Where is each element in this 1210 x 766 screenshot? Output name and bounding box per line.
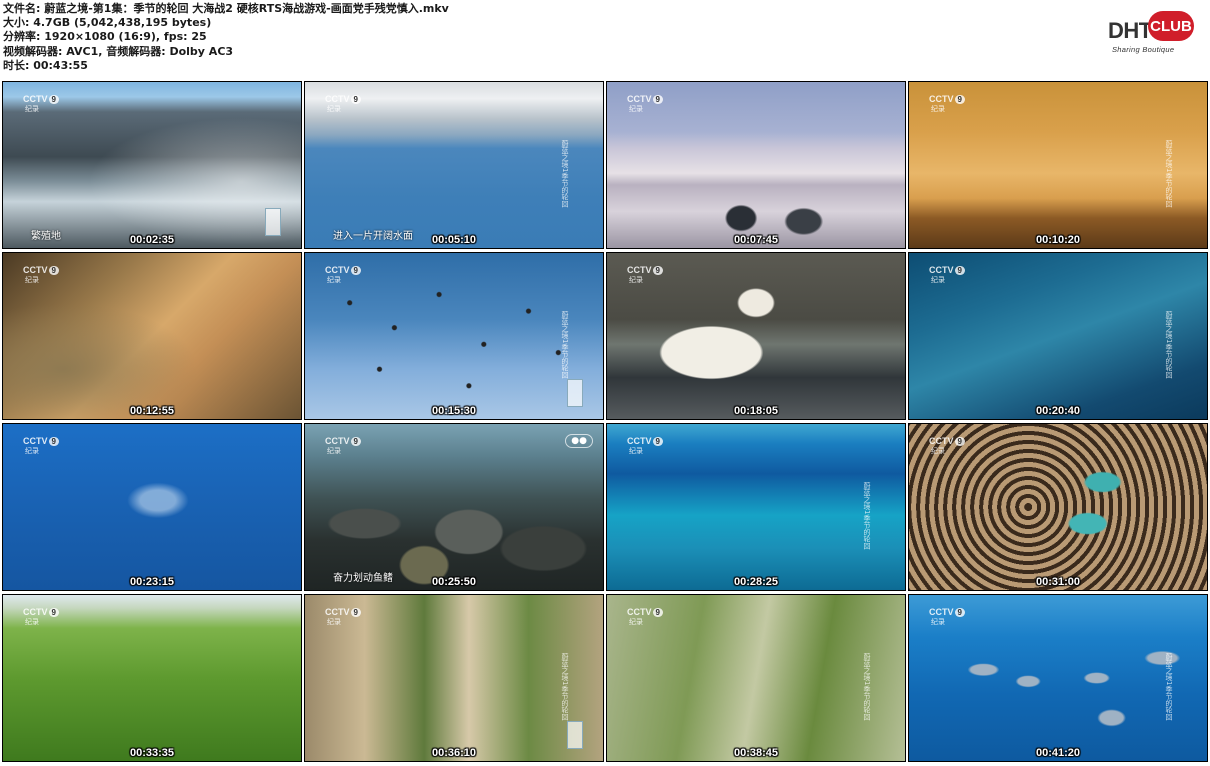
resolution-line: 分辨率: 1920×1080 (16:9), fps: 25 — [3, 30, 207, 44]
thumbnail[interactable]: CCTV 9 纪录 蔚蓝之境1季节的轮回 00:10:20 — [908, 81, 1208, 249]
thumbnail[interactable]: CCTV 9 纪录 蔚蓝之境1季节的轮回 00:38:45 — [606, 594, 906, 762]
timestamp: 00:18:05 — [733, 405, 779, 417]
timestamp: 00:15:30 — [431, 405, 477, 417]
thumbnail[interactable]: CCTV 9 纪录 00:18:05 — [606, 252, 906, 420]
cctv9-logo: CCTV 9 纪录 — [627, 265, 663, 285]
cctv9-logo: CCTV 9 纪录 — [929, 265, 965, 285]
logo-club-badge: CLUB — [1148, 11, 1194, 41]
thumbnail[interactable]: CCTV 9 纪录 蔚蓝之境1季节的轮回 00:28:25 — [606, 423, 906, 591]
timestamp: 00:23:15 — [129, 576, 175, 588]
media-info-panel: 文件名: 蔚蓝之境-第1集：季节的轮回 大海战2 硬核RTS海战游戏-画面党手残… — [3, 2, 449, 73]
logo-dht-text: DHT — [1108, 18, 1152, 43]
timestamp: 00:33:35 — [129, 747, 175, 759]
program-title-vertical: 蔚蓝之境1季节的轮回 — [1165, 653, 1173, 721]
timestamp: 00:25:50 — [431, 576, 477, 588]
cctv9-logo: CCTV 9 纪录 — [325, 265, 361, 285]
thumbnail[interactable]: CCTV 9 纪录 00:31:00 — [908, 423, 1208, 591]
logo-tagline: Sharing Boutique — [1112, 45, 1175, 54]
dht-club-logo: DHT CLUB Sharing Boutique — [1108, 8, 1196, 56]
thumbnail[interactable]: CCTV 9 纪录 ●● 奋力划动鱼鳍 00:25:50 — [304, 423, 604, 591]
thumbnail[interactable]: CCTV 9 纪录 蔚蓝之境1季节的轮回 00:41:20 — [908, 594, 1208, 762]
program-title-vertical: 蔚蓝之境1季节的轮回 — [1165, 311, 1173, 379]
cctv9-logo: CCTV 9 纪录 — [929, 94, 965, 114]
program-title-vertical: 蔚蓝之境1季节的轮回 — [863, 653, 871, 721]
cctv9-logo: CCTV 9 纪录 — [627, 94, 663, 114]
channel-badge-icon — [265, 208, 281, 236]
program-title-vertical: 蔚蓝之境1季节的轮回 — [561, 653, 569, 721]
cctv9-logo: CCTV 9 纪录 — [325, 607, 361, 627]
thumbnail-grid: CCTV 9 纪录 繁殖地 00:02:35 CCTV 9 纪录 蔚蓝之境1季节的轮回 … — [0, 80, 1210, 766]
channel-badge-icon — [567, 721, 583, 749]
channel-badge-icon — [567, 379, 583, 407]
timestamp: 00:38:45 — [733, 747, 779, 759]
thumbnail[interactable]: CCTV 9 纪录 蔚蓝之境1季节的轮回 00:36:10 — [304, 594, 604, 762]
thumbnail[interactable]: CCTV 9 纪录 蔚蓝之境1季节的轮回 00:15:30 — [304, 252, 604, 420]
cctv9-logo: CCTV 9 纪录 — [929, 607, 965, 627]
timestamp: 00:05:10 — [431, 234, 477, 246]
timestamp: 00:31:00 — [1035, 576, 1081, 588]
duration-line: 时长: 00:43:55 — [3, 58, 88, 72]
thumbnail[interactable]: CCTV 9 纪录 00:12:55 — [2, 252, 302, 420]
cctv9-logo: CCTV 9 纪录 — [23, 607, 59, 627]
thumbnail[interactable]: CCTV 9 纪录 00:07:45 — [606, 81, 906, 249]
thumbnail[interactable]: CCTV 9 纪录 00:23:15 — [2, 423, 302, 591]
timestamp: 00:41:20 — [1035, 747, 1081, 759]
thumbnail[interactable]: CCTV 9 纪录 00:33:35 — [2, 594, 302, 762]
thumbnail[interactable]: CCTV 9 纪录 繁殖地 00:02:35 — [2, 81, 302, 249]
cctv9-logo: CCTV 9 纪录 — [929, 436, 965, 456]
cctv9-logo: CCTV 9 纪录 — [325, 436, 361, 456]
thumbnail[interactable]: CCTV 9 纪录 蔚蓝之境1季节的轮回 进入一片开阔水面 00:05:10 — [304, 81, 604, 249]
cctv9-logo: CCTV 9 纪录 — [23, 265, 59, 285]
cctv9-logo: CCTV 9 纪录 — [325, 94, 361, 114]
cctv9-logo: CCTV 9 纪录 — [23, 436, 59, 456]
timestamp: 00:20:40 — [1035, 405, 1081, 417]
program-title-vertical: 蔚蓝之境1季节的轮回 — [1165, 140, 1173, 208]
cctv9-logo: CCTV 9 纪录 — [627, 607, 663, 627]
timestamp: 00:07:45 — [733, 234, 779, 246]
codec-line: 视频解码器: AVC1, 音频解码器: Dolby AC3 — [3, 44, 234, 58]
timestamp: 00:12:55 — [129, 405, 175, 417]
filesize-line: 大小: 4.7GB (5,042,438,195 bytes) — [3, 16, 212, 30]
program-title-vertical: 蔚蓝之境1季节的轮回 — [863, 482, 871, 550]
timestamp: 00:28:25 — [733, 576, 779, 588]
corner-badge-icon: ●● — [565, 434, 593, 448]
timestamp: 00:10:20 — [1035, 234, 1081, 246]
thumbnail[interactable]: CCTV 9 纪录 蔚蓝之境1季节的轮回 00:20:40 — [908, 252, 1208, 420]
program-title-vertical: 蔚蓝之境1季节的轮回 — [561, 140, 569, 208]
filename-line: 文件名: 蔚蓝之境-第1集：季节的轮回 大海战2 硬核RTS海战游戏-画面党手残… — [3, 2, 449, 15]
cctv9-logo: CCTV 9 纪录 — [23, 94, 59, 114]
timestamp: 00:36:10 — [431, 747, 477, 759]
program-title-vertical: 蔚蓝之境1季节的轮回 — [561, 311, 569, 379]
cctv9-logo: CCTV 9 纪录 — [627, 436, 663, 456]
timestamp: 00:02:35 — [129, 234, 175, 246]
